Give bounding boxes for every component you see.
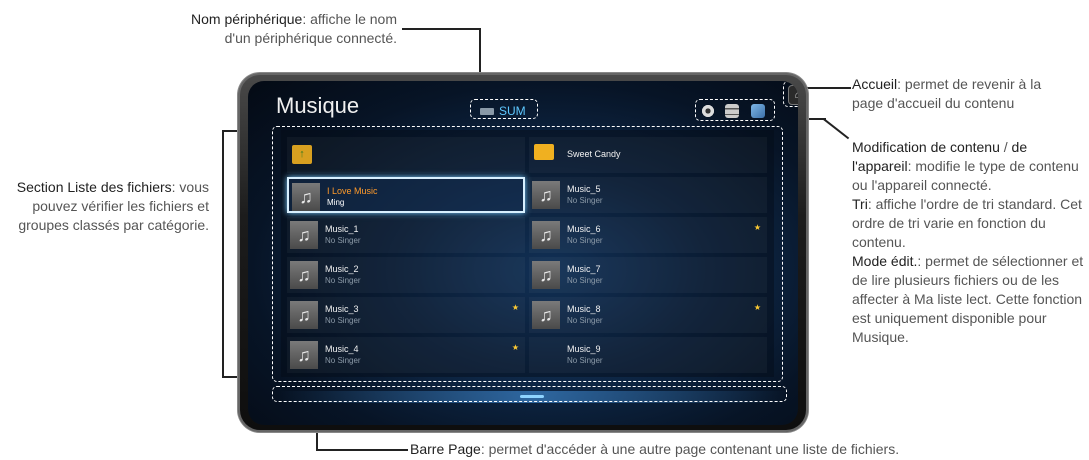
annotation-page-bar: Barre Page: permet d'accéder à une autre… (410, 440, 1070, 459)
home-highlight (783, 81, 798, 107)
page-bar-highlight (272, 386, 787, 402)
annotation-modify-sep: / (999, 139, 1012, 155)
annotation-page-bar-text: : permet d'accéder à une autre page cont… (480, 441, 900, 457)
page-title: Musique (276, 93, 360, 118)
annotation-device-name-text: : affiche le nom (302, 11, 397, 27)
annotation-edit-title: Mode édit. (852, 253, 918, 269)
annotation-sort-text: : affiche l'ordre de tri standard. Cet o… (852, 196, 1082, 250)
annotation-home: Accueil: permet de revenir à la page d'a… (852, 75, 1082, 113)
annotation-home-line2: page d'accueil du contenu (852, 95, 1015, 111)
annotation-home-title: Accueil (852, 76, 898, 92)
annotation-device-name-line2: d'un périphérique connecté. (224, 30, 397, 46)
annotation-home-text: : permet de revenir à la (897, 76, 1042, 92)
annotation-sort-title: Tri (852, 196, 868, 212)
annotation-file-list-title: Section Liste des fichiers (16, 179, 172, 195)
annotation-modify: Modification de contenu / de l'appareil:… (852, 138, 1084, 347)
annotation-device-name: Nom périphérique: affiche le nom d'un pé… (148, 10, 397, 48)
annotation-modify-title: Modification de contenu (852, 139, 1000, 155)
leader-file-list-v (222, 130, 224, 377)
leader-device-name-h (402, 28, 480, 30)
tools-highlight (695, 99, 775, 121)
leader-modify-diag (823, 118, 850, 139)
tv-screen: Musique SUM ⌂ ↑♫I Love MusicMing♫Music_1… (248, 81, 798, 425)
leader-home (805, 87, 851, 89)
device-name-highlight (470, 99, 538, 119)
tv-frame: Musique SUM ⌂ ↑♫I Love MusicMing♫Music_1… (238, 73, 808, 432)
annotation-file-list: Section Liste des fichiers: vous pouvez … (5, 178, 209, 235)
annotation-device-name-title: Nom périphérique (191, 11, 303, 27)
annotation-page-bar-title: Barre Page (410, 441, 481, 457)
leader-page-bar-h (316, 449, 408, 451)
file-list-highlight (272, 126, 783, 382)
